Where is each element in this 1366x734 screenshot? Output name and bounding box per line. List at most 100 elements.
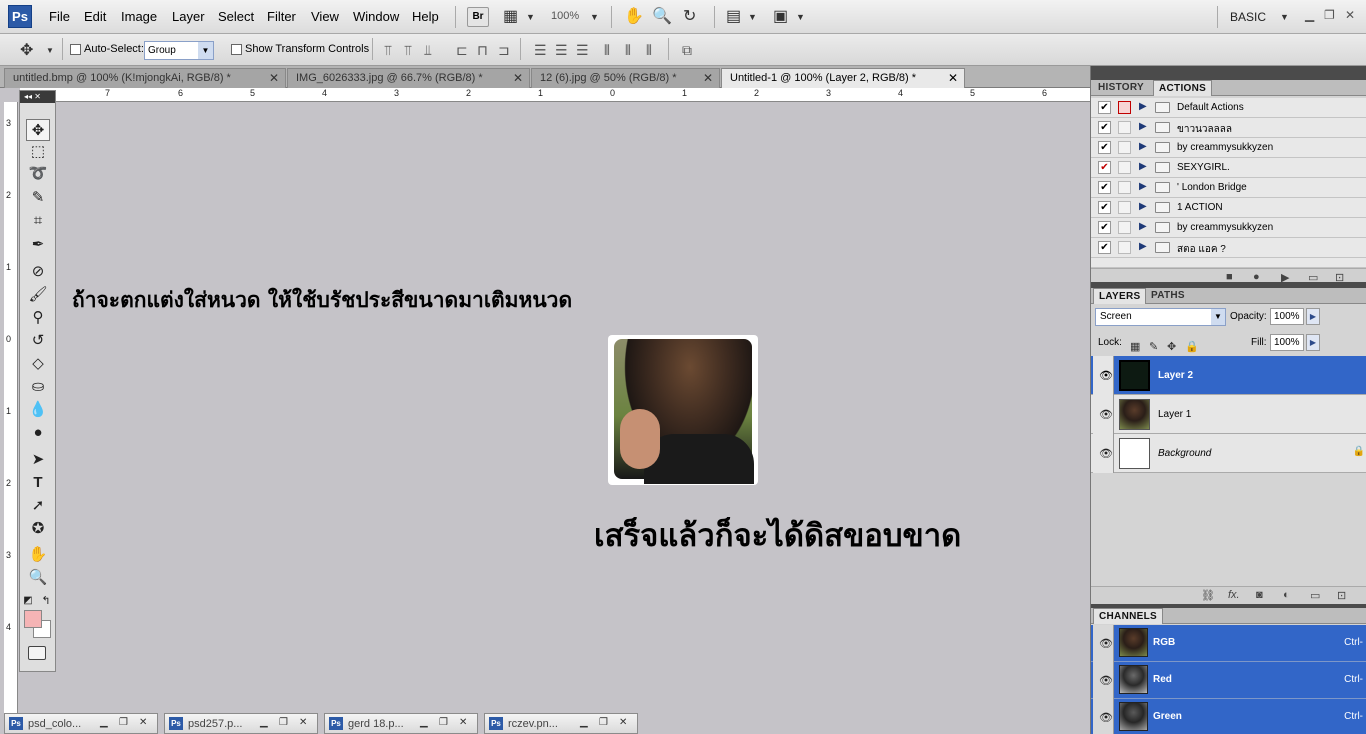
minimize-icon[interactable]: ▁: [260, 717, 268, 728]
doc-tab-12-6-jpg[interactable]: 12 (6).jpg @ 50% (RGB/8) * ✕: [531, 68, 720, 88]
align-right-icon[interactable]: ⊐: [498, 42, 510, 59]
lasso-tool-icon[interactable]: ➰: [26, 163, 50, 185]
brush-tool-icon[interactable]: 🖌: [26, 284, 50, 306]
swap-colors-icon[interactable]: ↰: [39, 590, 53, 612]
toggle-item-checkbox[interactable]: ✔: [1098, 101, 1111, 114]
history-brush-tool-icon[interactable]: ↺: [26, 330, 50, 352]
zoom-tool-icon[interactable]: 🔍: [652, 6, 672, 26]
align-bottom-icon[interactable]: ⫫: [424, 42, 432, 59]
expand-triangle-icon[interactable]: ▶: [1139, 181, 1147, 192]
blend-mode-dropdown[interactable]: Screen ▼: [1095, 308, 1226, 326]
close-icon[interactable]: ✕: [703, 71, 713, 85]
clone-stamp-tool-icon[interactable]: ⚲: [26, 307, 50, 329]
expand-triangle-icon[interactable]: ▶: [1139, 141, 1147, 152]
custom-shape-tool-icon[interactable]: ✪: [26, 518, 50, 540]
minimized-doc-psd-colo[interactable]: Ps psd_colo... ▁ ❐ ✕: [4, 713, 158, 734]
visibility-toggle[interactable]: 👁: [1093, 356, 1114, 395]
show-transform-checkbox[interactable]: [231, 44, 242, 55]
blur-tool-icon[interactable]: 💧: [26, 399, 50, 421]
opacity-slider-arrow[interactable]: ▶: [1306, 308, 1320, 325]
chevron-down-icon[interactable]: ▼: [796, 12, 805, 22]
auto-select-dropdown[interactable]: Group ▼: [144, 41, 214, 60]
menu-layer[interactable]: Layer: [172, 9, 205, 24]
align-vertical-center-icon[interactable]: ⫪: [404, 42, 412, 59]
close-icon[interactable]: ✕: [513, 71, 523, 85]
fx-icon[interactable]: fx.: [1228, 589, 1240, 601]
toggle-dialog-icon[interactable]: [1118, 121, 1131, 134]
fill-slider-arrow[interactable]: ▶: [1306, 334, 1320, 351]
rotate-view-icon[interactable]: ↻: [683, 6, 696, 26]
hand-tool-icon[interactable]: ✋: [624, 6, 644, 26]
lock-transparent-icon[interactable]: ▦: [1130, 340, 1140, 353]
tab-paths[interactable]: PATHS: [1146, 288, 1190, 304]
restore-icon[interactable]: ❐: [599, 717, 608, 728]
dodge-tool-icon[interactable]: ●: [26, 422, 50, 444]
new-layer-icon[interactable]: ⊡: [1337, 589, 1346, 602]
menu-edit[interactable]: Edit: [84, 9, 106, 24]
toolbox-header[interactable]: ◂◂ ✕: [20, 91, 55, 103]
marquee-tool-icon[interactable]: ⬚: [26, 141, 50, 163]
arrange-documents-icon[interactable]: ▤: [726, 6, 741, 26]
channel-row-red[interactable]: 👁 Red Ctrl-: [1091, 662, 1366, 699]
distribute-hcenter-icon[interactable]: ⫴: [625, 42, 631, 59]
align-top-icon[interactable]: ⫪: [384, 42, 392, 59]
action-set-row[interactable]: ✔ ▶ Default Actions: [1091, 98, 1366, 118]
menu-select[interactable]: Select: [218, 9, 254, 24]
layer-row-background[interactable]: 👁 Background 🔒: [1091, 434, 1366, 473]
action-set-row[interactable]: ✔ ▶ 1 ACTION: [1091, 198, 1366, 218]
chevron-down-icon[interactable]: ▼: [526, 12, 535, 22]
close-icon[interactable]: ✕: [459, 717, 467, 728]
healing-brush-tool-icon[interactable]: ⊘: [26, 261, 50, 283]
menu-file[interactable]: File: [49, 9, 70, 24]
restore-icon[interactable]: ❐: [1324, 8, 1335, 22]
zoom-tool-icon[interactable]: 🔍: [26, 567, 50, 589]
close-icon[interactable]: ✕: [619, 717, 627, 728]
adjustment-layer-icon[interactable]: ◐: [1283, 589, 1290, 601]
lock-image-icon[interactable]: ✎: [1149, 340, 1158, 353]
expand-triangle-icon[interactable]: ▶: [1139, 161, 1147, 172]
menu-window[interactable]: Window: [353, 9, 399, 24]
action-set-row[interactable]: ✔ ▶ by creammysukkyzen: [1091, 218, 1366, 238]
action-set-row[interactable]: ✔ ▶ ขาวนวลลลล: [1091, 118, 1366, 138]
distribute-center-icon[interactable]: ☰: [555, 42, 567, 59]
align-left-icon[interactable]: ⊏: [456, 42, 468, 59]
distribute-top-icon[interactable]: ☰: [534, 42, 546, 59]
lock-all-icon[interactable]: 🔒: [1185, 340, 1199, 353]
toggle-dialog-icon[interactable]: [1118, 221, 1131, 234]
chevron-down-icon[interactable]: ▼: [748, 12, 757, 22]
chevron-down-icon[interactable]: ▼: [1280, 12, 1289, 22]
paint-bucket-tool-icon[interactable]: ⛀: [26, 376, 50, 398]
visibility-toggle[interactable]: 👁: [1093, 699, 1114, 734]
chevron-down-icon[interactable]: ▼: [590, 12, 599, 22]
visibility-toggle[interactable]: 👁: [1093, 395, 1114, 434]
toggle-dialog-icon[interactable]: [1118, 241, 1131, 254]
view-extras-icon[interactable]: ▦: [503, 6, 518, 26]
minimize-icon[interactable]: ▁: [1305, 8, 1314, 22]
close-icon[interactable]: ✕: [1345, 8, 1355, 22]
doc-tab-untitled-bmp[interactable]: untitled.bmp @ 100% (K!mjongkAi, RGB/8) …: [4, 68, 286, 88]
align-horizontal-center-icon[interactable]: ⊓: [477, 42, 488, 59]
expand-triangle-icon[interactable]: ▶: [1139, 241, 1147, 252]
distribute-right-icon[interactable]: ⫴: [646, 42, 652, 59]
pen-tool-icon[interactable]: ➤: [26, 449, 50, 471]
toggle-dialog-icon[interactable]: [1118, 181, 1131, 194]
auto-select-checkbox[interactable]: [70, 44, 81, 55]
default-colors-icon[interactable]: ◩: [21, 590, 35, 612]
close-icon[interactable]: ✕: [299, 717, 307, 728]
action-set-row[interactable]: ✔ ▶ สตอ แอค ?: [1091, 238, 1366, 258]
menu-view[interactable]: View: [311, 9, 339, 24]
auto-align-layers-icon[interactable]: ⧉: [682, 42, 692, 59]
document-canvas[interactable]: [19, 102, 1090, 714]
path-selection-tool-icon[interactable]: ➚: [26, 495, 50, 517]
visibility-toggle[interactable]: 👁: [1093, 434, 1114, 473]
toggle-dialog-icon[interactable]: [1118, 101, 1131, 114]
move-tool-preset-icon[interactable]: ✥: [20, 40, 33, 60]
distribute-left-icon[interactable]: ⫴: [604, 42, 610, 59]
screen-mode-icon[interactable]: ▣: [773, 6, 788, 26]
toggle-item-checkbox[interactable]: ✔: [1098, 181, 1111, 194]
toggle-item-checkbox[interactable]: ✔: [1098, 201, 1111, 214]
type-tool-icon[interactable]: T: [26, 472, 50, 494]
restore-icon[interactable]: ❐: [279, 717, 288, 728]
toggle-dialog-icon[interactable]: [1118, 141, 1131, 154]
minimize-icon[interactable]: ▁: [580, 717, 588, 728]
